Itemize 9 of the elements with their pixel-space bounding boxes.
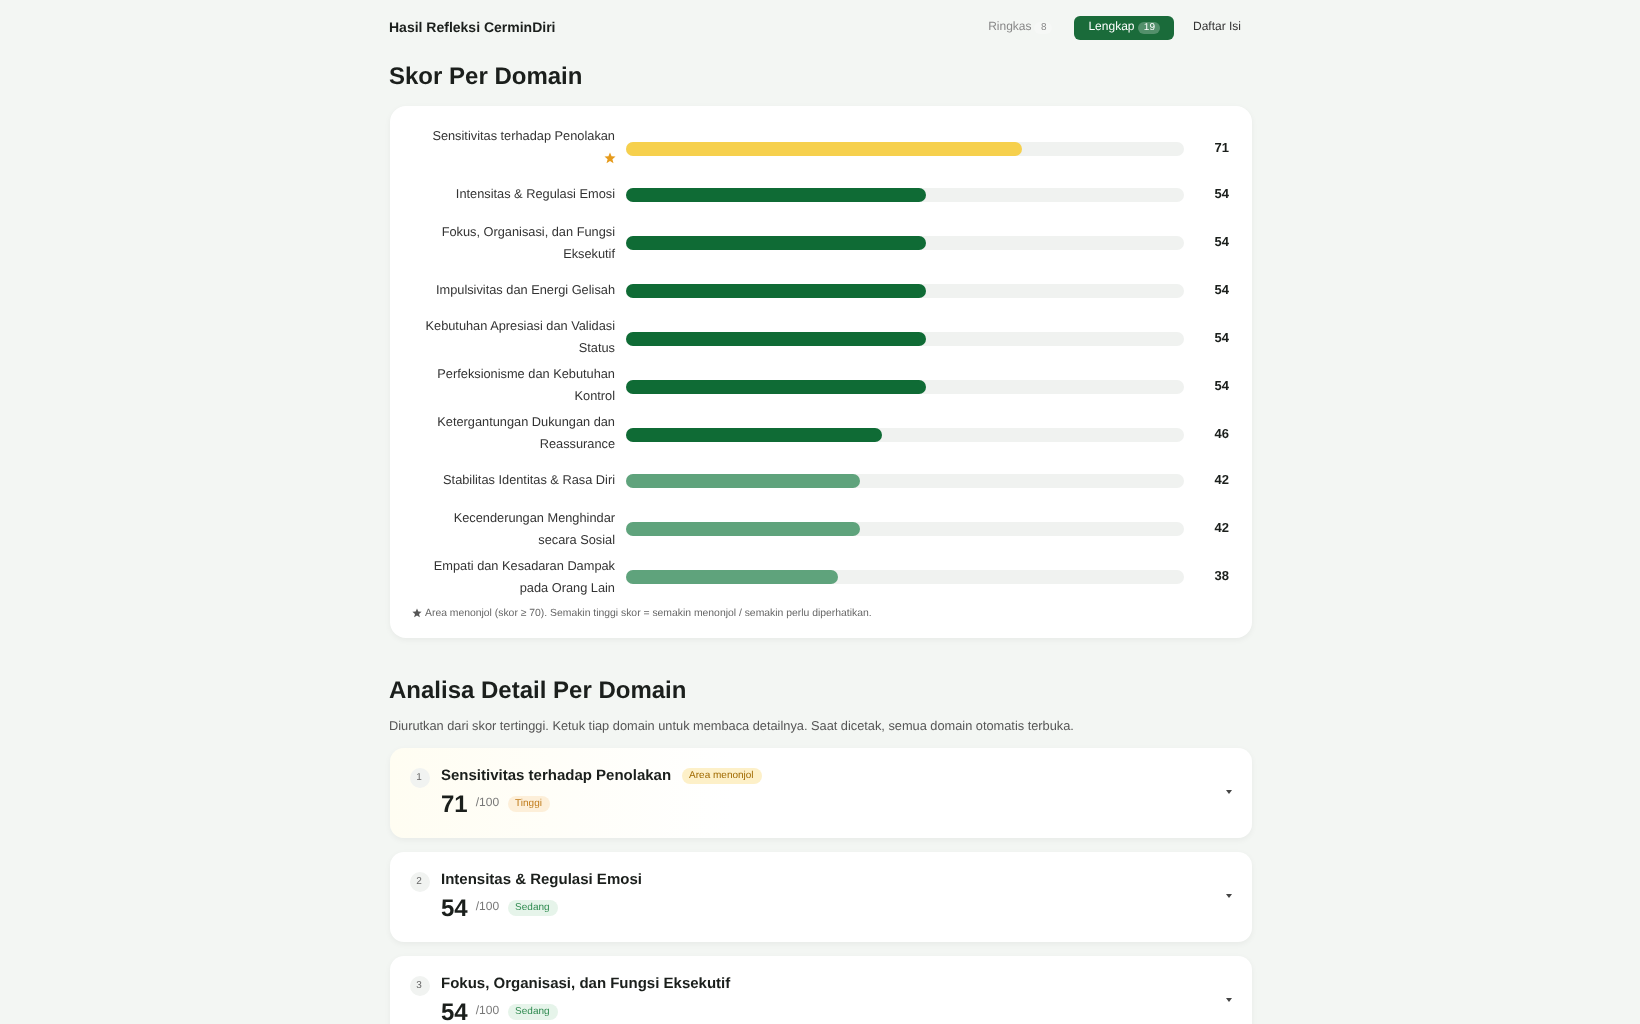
caret-icon: [1225, 790, 1231, 794]
score-value: 54: [441, 998, 468, 1024]
section-title: Skor Per Domain: [389, 62, 585, 92]
score-value: 54: [441, 894, 468, 922]
section-title: Analisa Detail Per Domain: [389, 675, 689, 705]
score-value: 71: [441, 790, 468, 818]
caret-icon: [1225, 998, 1231, 1002]
caret-icon: [1225, 894, 1231, 898]
star-icon: [411, 608, 421, 618]
